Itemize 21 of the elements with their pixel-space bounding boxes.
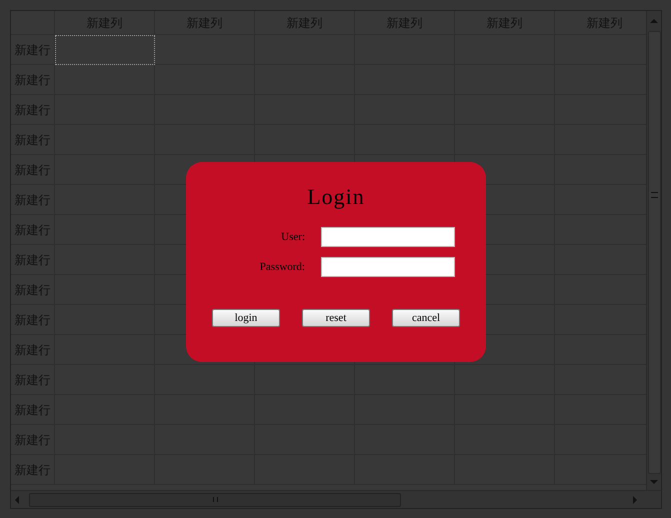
- grid-cell[interactable]: [155, 35, 255, 65]
- vertical-scrollbar[interactable]: [646, 11, 661, 490]
- header-corner[interactable]: [11, 11, 55, 35]
- scroll-left-icon[interactable]: [15, 496, 19, 504]
- dialog-button[interactable]: cancel: [392, 309, 460, 327]
- grid-cell[interactable]: [155, 65, 255, 95]
- horizontal-scrollbar[interactable]: [11, 490, 661, 508]
- text-field[interactable]: [321, 257, 455, 277]
- field-label: User:: [280, 230, 306, 245]
- scroll-down-icon[interactable]: [650, 480, 658, 484]
- dialog-title: Login: [307, 183, 365, 211]
- dialog-button[interactable]: reset: [302, 309, 370, 327]
- scroll-right-icon[interactable]: [633, 496, 637, 504]
- scroll-thumb[interactable]: [648, 31, 660, 474]
- grid-cell[interactable]: [55, 65, 155, 95]
- grid-cell[interactable]: [55, 35, 155, 65]
- dialog-button[interactable]: login: [212, 309, 280, 327]
- scroll-up-icon[interactable]: [650, 19, 658, 23]
- scroll-thumb[interactable]: [29, 492, 401, 506]
- field-label: Password:: [258, 260, 306, 275]
- text-field[interactable]: [321, 227, 455, 247]
